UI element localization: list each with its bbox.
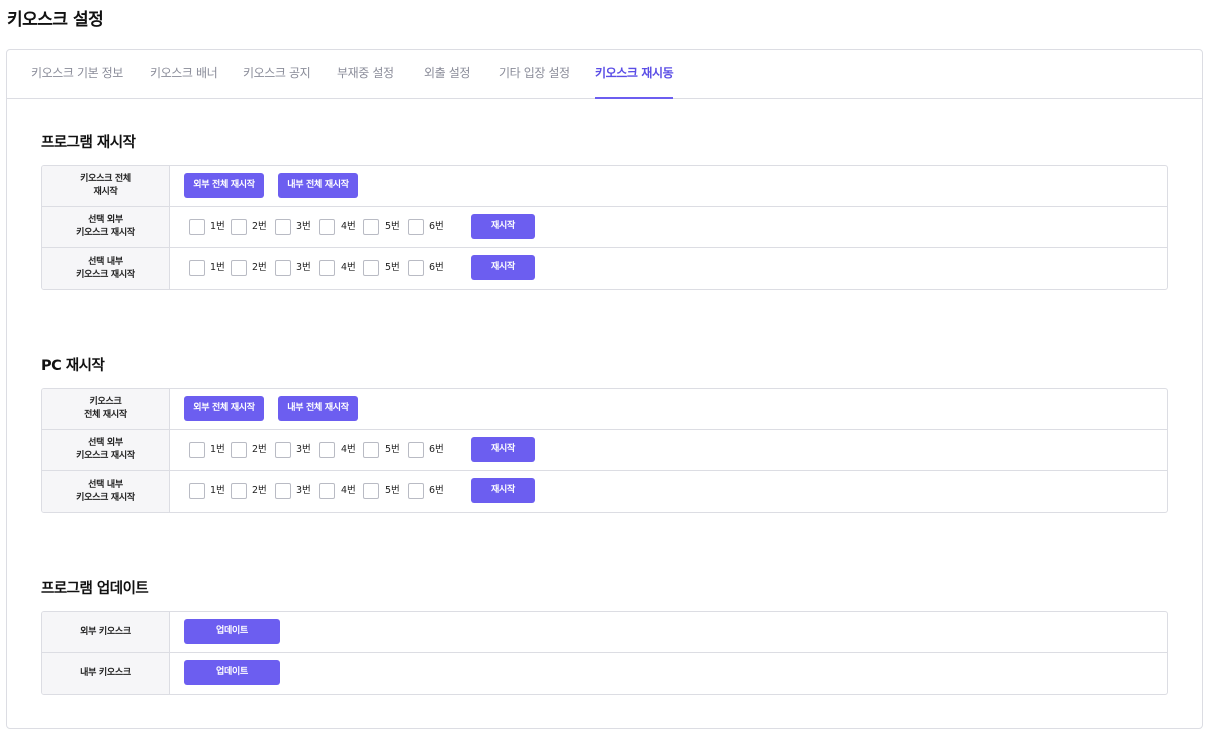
program-inner-selected-restart-button[interactable]: 재시작 bbox=[471, 255, 535, 280]
checkbox-label: 4번 bbox=[341, 485, 356, 496]
checkbox-label: 3번 bbox=[296, 221, 311, 232]
checkbox-label: 2번 bbox=[252, 221, 267, 232]
checkbox-label: 4번 bbox=[341, 262, 356, 273]
checkbox-label: 5번 bbox=[385, 444, 400, 455]
section-title-program-restart: 프로그램 재시작 bbox=[41, 135, 136, 151]
outer-kiosk-update-button[interactable]: 업데이트 bbox=[184, 619, 280, 644]
program-restart-all-row: 키오스크 전체 재시작 외부 전체 재시작 내부 전체 재시작 bbox=[42, 166, 1167, 207]
kiosk-1-checkbox[interactable] bbox=[189, 260, 205, 276]
kiosk-5-checkbox[interactable] bbox=[363, 260, 379, 276]
checkbox-label: 5번 bbox=[385, 485, 400, 496]
checkbox-label: 5번 bbox=[385, 221, 400, 232]
kiosk-2-checkbox[interactable] bbox=[231, 442, 247, 458]
kiosk-6-checkbox[interactable] bbox=[408, 260, 424, 276]
kiosk-4-checkbox[interactable] bbox=[319, 483, 335, 499]
checkbox-label: 5번 bbox=[385, 262, 400, 273]
row-label: 선택 외부 키오스크 재시작 bbox=[42, 207, 170, 247]
settings-card: 키오스크 기본 정보 키오스크 배너 키오스크 공지 부재중 설정 외출 설정 … bbox=[6, 49, 1203, 729]
kiosk-5-checkbox[interactable] bbox=[363, 483, 379, 499]
row-label: 선택 외부 키오스크 재시작 bbox=[42, 430, 170, 470]
checkbox-label: 3번 bbox=[296, 444, 311, 455]
pc-inner-all-restart-button[interactable]: 내부 전체 재시작 bbox=[278, 396, 358, 421]
kiosk-2-checkbox[interactable] bbox=[231, 483, 247, 499]
checkbox-label: 3번 bbox=[296, 262, 311, 273]
tab-other-entry-settings[interactable]: 기타 입장 설정 bbox=[499, 50, 570, 99]
tab-absence-settings[interactable]: 부재중 설정 bbox=[337, 50, 394, 99]
section-title-program-update: 프로그램 업데이트 bbox=[41, 581, 149, 597]
update-inner-row: 내부 키오스크 업데이트 bbox=[42, 653, 1167, 694]
program-restart-inner-row: 선택 내부 키오스크 재시작 1번 2번 3번 4번 5번 6번 재시작 bbox=[42, 248, 1167, 289]
row-label: 내부 키오스크 bbox=[42, 653, 170, 694]
kiosk-3-checkbox[interactable] bbox=[275, 442, 291, 458]
checkbox-label: 4번 bbox=[341, 444, 356, 455]
kiosk-6-checkbox[interactable] bbox=[408, 442, 424, 458]
kiosk-3-checkbox[interactable] bbox=[275, 483, 291, 499]
kiosk-6-checkbox[interactable] bbox=[408, 483, 424, 499]
checkbox-label: 6번 bbox=[429, 444, 444, 455]
kiosk-4-checkbox[interactable] bbox=[319, 219, 335, 235]
row-label: 키오스크 전체 재시작 bbox=[42, 389, 170, 429]
tab-kiosk-restart[interactable]: 키오스크 재시동 bbox=[595, 50, 674, 99]
checkbox-label: 6번 bbox=[429, 485, 444, 496]
kiosk-4-checkbox[interactable] bbox=[319, 442, 335, 458]
program-outer-selected-restart-button[interactable]: 재시작 bbox=[471, 214, 535, 239]
row-label: 선택 내부 키오스크 재시작 bbox=[42, 248, 170, 289]
kiosk-2-checkbox[interactable] bbox=[231, 260, 247, 276]
tab-kiosk-basic-info[interactable]: 키오스크 기본 정보 bbox=[31, 50, 123, 99]
kiosk-6-checkbox[interactable] bbox=[408, 219, 424, 235]
kiosk-1-checkbox[interactable] bbox=[189, 483, 205, 499]
checkbox-label: 3번 bbox=[296, 485, 311, 496]
pc-restart-inner-row: 선택 내부 키오스크 재시작 1번 2번 3번 4번 5번 6번 재시작 bbox=[42, 471, 1167, 512]
program-restart-outer-row: 선택 외부 키오스크 재시작 1번 2번 3번 4번 5번 6번 재시작 bbox=[42, 207, 1167, 248]
pc-restart-table: 키오스크 전체 재시작 외부 전체 재시작 내부 전체 재시작 선택 외부 키오… bbox=[41, 388, 1168, 513]
checkbox-label: 1번 bbox=[210, 444, 225, 455]
inner-kiosk-update-button[interactable]: 업데이트 bbox=[184, 660, 280, 685]
kiosk-3-checkbox[interactable] bbox=[275, 219, 291, 235]
kiosk-2-checkbox[interactable] bbox=[231, 219, 247, 235]
checkbox-label: 2번 bbox=[252, 485, 267, 496]
kiosk-3-checkbox[interactable] bbox=[275, 260, 291, 276]
kiosk-4-checkbox[interactable] bbox=[319, 260, 335, 276]
checkbox-label: 1번 bbox=[210, 485, 225, 496]
kiosk-5-checkbox[interactable] bbox=[363, 219, 379, 235]
row-label: 키오스크 전체 재시작 bbox=[42, 166, 170, 206]
checkbox-label: 2번 bbox=[252, 262, 267, 273]
program-outer-all-restart-button[interactable]: 외부 전체 재시작 bbox=[184, 173, 264, 198]
section-title-pc-restart: PC 재시작 bbox=[41, 358, 105, 374]
program-restart-table: 키오스크 전체 재시작 외부 전체 재시작 내부 전체 재시작 선택 외부 키오… bbox=[41, 165, 1168, 290]
update-outer-row: 외부 키오스크 업데이트 bbox=[42, 612, 1167, 653]
checkbox-label: 1번 bbox=[210, 221, 225, 232]
pc-outer-all-restart-button[interactable]: 외부 전체 재시작 bbox=[184, 396, 264, 421]
program-inner-all-restart-button[interactable]: 내부 전체 재시작 bbox=[278, 173, 358, 198]
tab-kiosk-notice[interactable]: 키오스크 공지 bbox=[243, 50, 311, 99]
tab-kiosk-banner[interactable]: 키오스크 배너 bbox=[150, 50, 218, 99]
checkbox-label: 6번 bbox=[429, 221, 444, 232]
pc-inner-selected-restart-button[interactable]: 재시작 bbox=[471, 478, 535, 503]
kiosk-5-checkbox[interactable] bbox=[363, 442, 379, 458]
checkbox-label: 4번 bbox=[341, 221, 356, 232]
pc-outer-selected-restart-button[interactable]: 재시작 bbox=[471, 437, 535, 462]
tab-outing-settings[interactable]: 외출 설정 bbox=[424, 50, 470, 99]
pc-restart-outer-row: 선택 외부 키오스크 재시작 1번 2번 3번 4번 5번 6번 재시작 bbox=[42, 430, 1167, 471]
row-label: 외부 키오스크 bbox=[42, 612, 170, 652]
kiosk-1-checkbox[interactable] bbox=[189, 219, 205, 235]
program-update-table: 외부 키오스크 업데이트 내부 키오스크 업데이트 bbox=[41, 611, 1168, 695]
checkbox-label: 2번 bbox=[252, 444, 267, 455]
checkbox-label: 1번 bbox=[210, 262, 225, 273]
row-label: 선택 내부 키오스크 재시작 bbox=[42, 471, 170, 512]
checkbox-label: 6번 bbox=[429, 262, 444, 273]
page-title: 키오스크 설정 bbox=[7, 10, 104, 30]
kiosk-1-checkbox[interactable] bbox=[189, 442, 205, 458]
pc-restart-all-row: 키오스크 전체 재시작 외부 전체 재시작 내부 전체 재시작 bbox=[42, 389, 1167, 430]
tab-bar: 키오스크 기본 정보 키오스크 배너 키오스크 공지 부재중 설정 외출 설정 … bbox=[7, 50, 1202, 99]
